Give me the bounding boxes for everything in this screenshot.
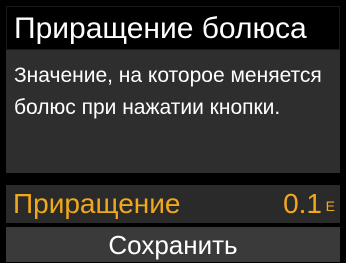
save-button[interactable]: Сохранить <box>6 227 340 262</box>
increment-setting-row[interactable]: Приращение 0.1 Е <box>6 185 340 223</box>
increment-value[interactable]: 0.1 <box>283 186 322 222</box>
increment-label: Приращение <box>13 188 181 219</box>
page-title: Приращение болюса <box>14 12 307 45</box>
description-panel: Значение, на которое меняется болюс при … <box>6 50 340 173</box>
description-text: Значение, на которое меняется болюс при … <box>14 64 322 119</box>
screen-header: Приращение болюса <box>6 6 340 50</box>
save-button-label: Сохранить <box>108 230 238 260</box>
pump-screen: Приращение болюса Значение, на которое м… <box>0 0 346 262</box>
increment-unit: Е <box>325 198 335 214</box>
